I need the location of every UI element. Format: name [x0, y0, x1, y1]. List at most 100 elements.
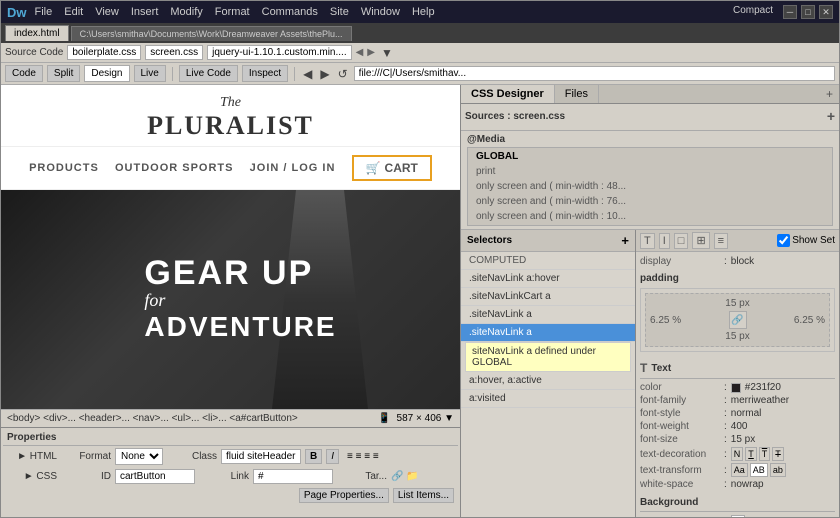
list-props-icon[interactable]: ≡ [714, 233, 728, 249]
back-icon[interactable]: ◀ [301, 67, 314, 81]
selector-sitenavlinkcart-a[interactable]: .siteNavLinkCart a [461, 288, 635, 306]
media-header: @Media [467, 134, 833, 145]
selectors-panel: Selectors + COMPUTED .siteNavLink a:hove… [461, 230, 636, 517]
layout-props-icon[interactable]: I [659, 233, 670, 249]
nav-products[interactable]: PRODUCTS [29, 162, 99, 174]
source-arrow-right[interactable]: ▶ [367, 47, 375, 58]
nav-join-login[interactable]: JOIN / LOG IN [250, 162, 336, 174]
show-set-checkbox[interactable] [777, 234, 790, 247]
tab-index-html[interactable]: index.html [5, 25, 69, 41]
responsive-icon[interactable]: 📱 [378, 413, 390, 424]
text-deco-linethrough[interactable]: T [772, 447, 784, 461]
menu-help[interactable]: Help [412, 6, 435, 18]
italic-button[interactable]: I [326, 449, 339, 464]
menu-file[interactable]: File [35, 6, 53, 18]
add-source-button[interactable]: + [827, 108, 835, 124]
source-file-2[interactable]: screen.css [145, 45, 203, 60]
class-input[interactable] [221, 449, 301, 464]
selector-a-visited[interactable]: a:visited [461, 390, 635, 408]
background-section-label: Background [640, 497, 698, 508]
text-section-label: Text [651, 363, 671, 374]
text-props-icon[interactable]: T [640, 233, 655, 249]
target-label: Tar... [337, 471, 387, 482]
close-button[interactable]: ✕ [819, 5, 833, 19]
padding-link-icon[interactable]: 🔗 [729, 311, 747, 329]
text-deco-none[interactable]: N [731, 447, 744, 461]
menu-insert[interactable]: Insert [131, 6, 159, 18]
code-button[interactable]: Code [5, 65, 43, 82]
grid-props-icon[interactable]: ⊞ [692, 232, 709, 249]
font-size-key: font-size [640, 434, 720, 445]
selector-sitenavlink-ahover[interactable]: .siteNavLink a:hover [461, 270, 635, 288]
menu-commands[interactable]: Commands [262, 6, 318, 18]
nav-outdoor-sports[interactable]: OUTDOOR SPORTS [115, 162, 234, 174]
nav-cart-button[interactable]: 🛒 CART [352, 155, 432, 181]
id-input[interactable] [115, 469, 195, 484]
media-global[interactable]: GLOBAL [468, 149, 832, 164]
selector-sitenavlink-a-highlighted[interactable]: .siteNavLink a [461, 324, 635, 342]
tab-files[interactable]: Files [555, 85, 599, 103]
font-weight-key: font-weight [640, 421, 720, 432]
menu-view[interactable]: View [95, 6, 119, 18]
list-items-button[interactable]: List Items... [393, 488, 454, 503]
color-swatch[interactable] [731, 383, 741, 393]
white-space-value: nowrap [731, 479, 764, 490]
menu-site[interactable]: Site [330, 6, 349, 18]
minimize-button[interactable]: ─ [783, 5, 797, 19]
forward-icon[interactable]: ▶ [318, 67, 331, 81]
add-panel-button[interactable]: + [820, 85, 839, 103]
border-props-icon[interactable]: □ [674, 233, 689, 249]
window-controls: Compact ─ □ ✕ [733, 5, 833, 19]
source-file-3[interactable]: jquery-ui-1.10.1.custom.min.... [207, 45, 352, 60]
padding-group: padding 15 px 6.25 % 🔗 6.25 % 15 [640, 273, 835, 352]
filter-icon[interactable]: ▼ [379, 46, 395, 60]
source-arrow[interactable]: ◀ [356, 47, 364, 58]
tab-css-designer[interactable]: CSS Designer [461, 85, 555, 103]
bold-button[interactable]: B [305, 449, 322, 464]
text-decoration-key: text-decoration [640, 449, 720, 460]
inspect-button[interactable]: Inspect [242, 65, 288, 82]
live-code-button[interactable]: Live Code [179, 65, 238, 82]
menu-window[interactable]: Window [361, 6, 400, 18]
link-icons: 🔗 📁 [391, 471, 419, 482]
menu-edit[interactable]: Edit [64, 6, 83, 18]
transform-ab[interactable]: AB [750, 463, 768, 477]
maximize-button[interactable]: □ [801, 5, 815, 19]
menu-modify[interactable]: Modify [170, 6, 202, 18]
link-label: Link [199, 471, 249, 482]
live-button[interactable]: Live [134, 65, 166, 82]
refresh-icon[interactable]: ↺ [336, 67, 350, 81]
source-file-1[interactable]: boilerplate.css [67, 45, 141, 60]
selector-sitenavlink-a[interactable]: .siteNavLink a [461, 306, 635, 324]
link-input[interactable] [253, 469, 333, 484]
design-button[interactable]: Design [84, 65, 129, 82]
transform-aa[interactable]: Aa [731, 463, 748, 477]
format-select[interactable]: None [115, 448, 163, 465]
right-panel-tabs: CSS Designer Files + [461, 85, 839, 104]
menu-format[interactable]: Format [215, 6, 250, 18]
page-properties-button[interactable]: Page Properties... [299, 488, 389, 503]
media-1024[interactable]: only screen and ( min-width : 10... [468, 209, 832, 224]
bg-color-key: background-color [640, 517, 720, 518]
media-480[interactable]: only screen and ( min-width : 48... [468, 179, 832, 194]
hero-gear-text: GEAR UP [144, 256, 336, 290]
transform-ab-lower[interactable]: ab [770, 463, 786, 477]
selector-a-hover-active[interactable]: a:hover, a:active [461, 372, 635, 390]
breadcrumb: <body> <div>... <header>... <nav>... <ul… [7, 413, 298, 424]
media-768[interactable]: only screen and ( min-width : 76... [468, 194, 832, 209]
props-row-css: ► CSS ID Link Tar... 🔗 📁 [3, 467, 458, 486]
add-selector-button[interactable]: + [621, 233, 629, 248]
address-bar[interactable] [354, 66, 835, 81]
text-transform-row: text-transform : Aa AB ab [640, 463, 835, 477]
media-print[interactable]: print [468, 164, 832, 179]
hero-text: GEAR UP for ADVENTURE [124, 256, 336, 343]
bg-color-swatch[interactable] [731, 515, 745, 517]
selectors-label: Selectors [467, 235, 512, 246]
text-deco-overline[interactable]: T [759, 447, 771, 461]
selector-computed[interactable]: COMPUTED [461, 252, 635, 270]
document-tab-bar: index.html C:\Users\smithav\Documents\Wo… [1, 23, 839, 43]
split-button[interactable]: Split [47, 65, 80, 82]
text-deco-underline[interactable]: T [745, 447, 757, 461]
tab-filepath[interactable]: C:\Users\smithav\Documents\Work\Dreamwea… [71, 26, 352, 41]
padding-inner-row: 6.25 % 🔗 6.25 % [650, 311, 825, 329]
